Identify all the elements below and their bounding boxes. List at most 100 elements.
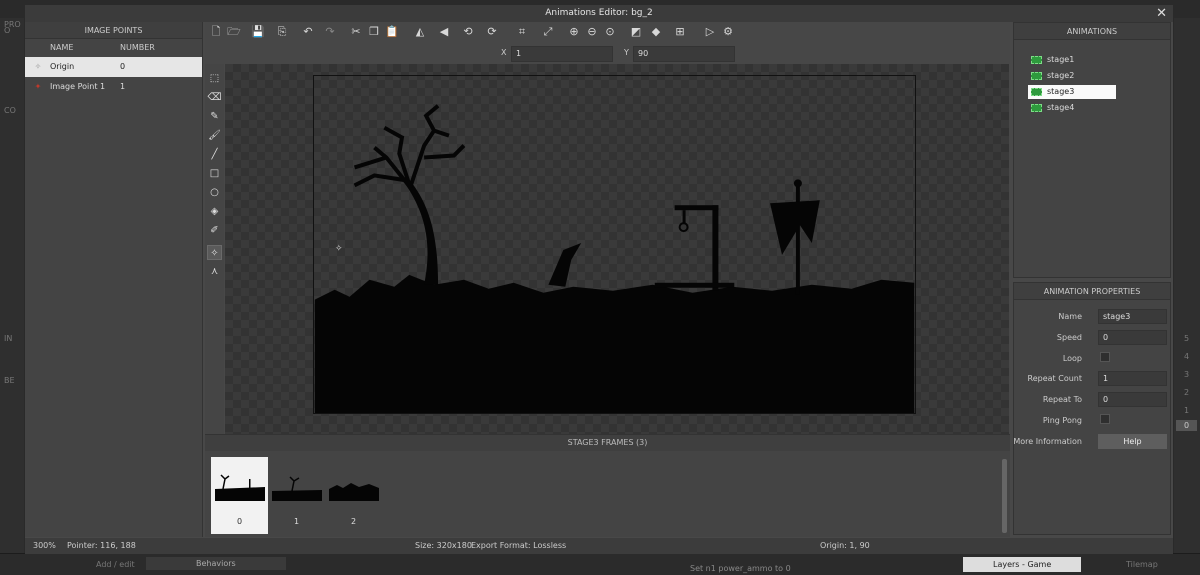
x-label: X — [501, 48, 507, 57]
animations-header: ANIMATIONS — [1014, 23, 1170, 40]
tilemap-tab[interactable]: Tilemap — [1126, 560, 1158, 569]
column-name-header[interactable]: NAME — [25, 39, 117, 57]
repeat-to-label: Repeat To — [1042, 395, 1082, 404]
zoom-level: 300% — [33, 541, 56, 550]
rotate-cw-icon[interactable]: ⟳ — [485, 25, 499, 39]
resize-icon[interactable]: ⤢ — [541, 25, 555, 39]
frames-header: STAGE3 FRAMES (3) — [205, 435, 1010, 451]
export-format: Export Format: Lossless — [471, 541, 567, 550]
zoom-in-icon[interactable]: ⊕ — [567, 25, 581, 39]
eraser-icon[interactable]: ⌫ — [207, 90, 222, 105]
play-icon[interactable]: ▷ — [703, 25, 717, 39]
speed-input[interactable]: 0 — [1098, 330, 1167, 345]
layers-tab[interactable]: Layers - Game — [963, 557, 1082, 572]
behaviors-tab[interactable]: Behaviors — [146, 557, 286, 570]
copy-icon[interactable]: ❐ — [367, 25, 381, 39]
frame-thumbnail[interactable]: 2 — [325, 457, 382, 534]
loop-label: Loop — [1062, 354, 1082, 363]
polygon-tool-icon[interactable]: ⋏ — [207, 264, 222, 279]
repeat-count-label: Repeat Count — [1027, 374, 1082, 383]
layers-icon[interactable]: ◆ — [649, 25, 663, 39]
flip-horizontal-icon[interactable]: ◭ — [413, 25, 427, 39]
ellipse-icon[interactable]: ○ — [207, 185, 222, 200]
new-file-icon[interactable]: 🗋 — [209, 25, 223, 39]
rotate-ccw-icon[interactable]: ⟲ — [461, 25, 475, 39]
rectangle-icon[interactable]: □ — [207, 166, 222, 181]
close-icon[interactable]: ✕ — [1156, 5, 1167, 22]
x-coordinate-input[interactable]: 1 — [511, 46, 613, 62]
name-input[interactable]: stage3 — [1098, 309, 1167, 324]
background-bottom-bar: Add / edit Behaviors Set n1 power_ammo t… — [0, 553, 1200, 575]
frame-thumbnail[interactable]: 1 — [268, 457, 325, 534]
origin-marker-icon[interactable]: ✧ — [335, 244, 343, 254]
properties-header: ANIMATION PROPERTIES — [1014, 283, 1170, 300]
editor-toolbar: 🗋 🗁 💾 ⎘ ↶ ↷ ✂ ❐ 📋 ◭ ◀ ⟲ ⟳ ⌗ ⤢ ⊕ ⊖ ⊙ ◩ ◆ … — [205, 22, 1010, 44]
fill-bucket-icon[interactable]: ◈ — [207, 204, 222, 219]
animation-properties-panel: ANIMATION PROPERTIES Name stage3 Speed 0… — [1013, 282, 1171, 535]
line-icon[interactable]: ╱ — [207, 147, 222, 162]
settings-icon[interactable]: ⚙ — [721, 25, 735, 39]
dialog-title: Animations Editor: bg_2 — [545, 8, 653, 18]
image-point-name: Image Point 1 — [50, 82, 106, 91]
bg-number: 4 — [1184, 352, 1190, 361]
image-point-row[interactable]: ✧ Origin 0 — [25, 57, 202, 77]
image-point-icon: ✦ — [34, 82, 42, 91]
bg-number: 1 — [1184, 406, 1190, 415]
frame-number: 2 — [350, 517, 357, 526]
frame-number: 0 — [236, 517, 243, 526]
bg-number: 5 — [1184, 334, 1190, 343]
dialog-titlebar[interactable]: Animations Editor: bg_2 ✕ — [25, 5, 1173, 22]
color-picker-icon[interactable]: ✐ — [207, 223, 222, 238]
save-icon[interactable]: 💾 — [251, 25, 265, 39]
image-point-tool-icon[interactable]: ✧ — [207, 245, 222, 260]
open-folder-icon[interactable]: 🗁 — [227, 25, 241, 39]
image-size: Size: 320x180 — [415, 541, 472, 550]
frames-scrollbar[interactable] — [1002, 459, 1007, 533]
repeat-count-input[interactable]: 1 — [1098, 371, 1167, 386]
crop-icon[interactable]: ⌗ — [515, 25, 529, 39]
bg-label: BE — [4, 376, 15, 385]
rect-select-icon[interactable]: ⬚ — [207, 71, 222, 86]
animation-label: stage4 — [1047, 103, 1075, 112]
export-icon[interactable]: ⎘ — [275, 25, 289, 39]
frame-thumbnail[interactable]: 0 — [211, 457, 268, 534]
undo-icon[interactable]: ↶ — [301, 25, 315, 39]
image-canvas[interactable]: ✧ — [225, 64, 1009, 434]
redo-icon[interactable]: ↷ — [323, 25, 337, 39]
loop-checkbox[interactable] — [1100, 352, 1110, 362]
repeat-to-input[interactable]: 0 — [1098, 392, 1167, 407]
animation-icon — [1031, 72, 1042, 80]
status-bar: 300% Pointer: 116, 188 Size: 320x180 Exp… — [25, 538, 1173, 554]
paste-icon[interactable]: 📋 — [385, 25, 399, 39]
coordinates-bar: X 1 Y 90 — [205, 44, 1010, 64]
frame-image — [272, 476, 322, 501]
grid-icon[interactable]: ⊞ — [673, 25, 687, 39]
animation-label: stage1 — [1047, 55, 1075, 64]
column-number-header[interactable]: NUMBER — [117, 39, 197, 57]
add-edit-link[interactable]: Add / edit — [96, 560, 135, 569]
pencil-icon[interactable]: ✎ — [207, 109, 222, 124]
frame-image — [215, 474, 265, 501]
animation-item[interactable]: stage3 — [1028, 85, 1116, 99]
bg-number: 2 — [1184, 388, 1190, 397]
help-button[interactable]: Help — [1098, 434, 1167, 449]
cut-icon[interactable]: ✂ — [349, 25, 363, 39]
image-point-row[interactable]: ✦ Image Point 1 1 — [25, 77, 202, 97]
ping-pong-label: Ping Pong — [1042, 416, 1082, 425]
background-left-panel: PRO O CO IN BE — [0, 18, 25, 558]
brush-icon[interactable]: 🖌 — [207, 128, 222, 143]
flip-vertical-icon[interactable]: ◀ — [437, 25, 451, 39]
animation-item[interactable]: stage1 — [1028, 53, 1116, 67]
y-coordinate-input[interactable]: 90 — [633, 46, 735, 62]
name-label: Name — [1058, 312, 1082, 321]
image-points-panel: IMAGE POINTS NAME NUMBER ✧ Origin 0 ✦ Imag… — [25, 22, 203, 537]
animation-label: stage2 — [1047, 71, 1075, 80]
sprite-image — [313, 75, 916, 414]
zoom-out-icon[interactable]: ⊖ — [585, 25, 599, 39]
bg-number: 0 — [1176, 420, 1198, 431]
ping-pong-checkbox[interactable] — [1100, 414, 1110, 424]
zoom-reset-icon[interactable]: ⊙ — [603, 25, 617, 39]
toggle-background-icon[interactable]: ◩ — [629, 25, 643, 39]
animation-item[interactable]: stage2 — [1028, 69, 1116, 83]
animation-item[interactable]: stage4 — [1028, 101, 1116, 115]
